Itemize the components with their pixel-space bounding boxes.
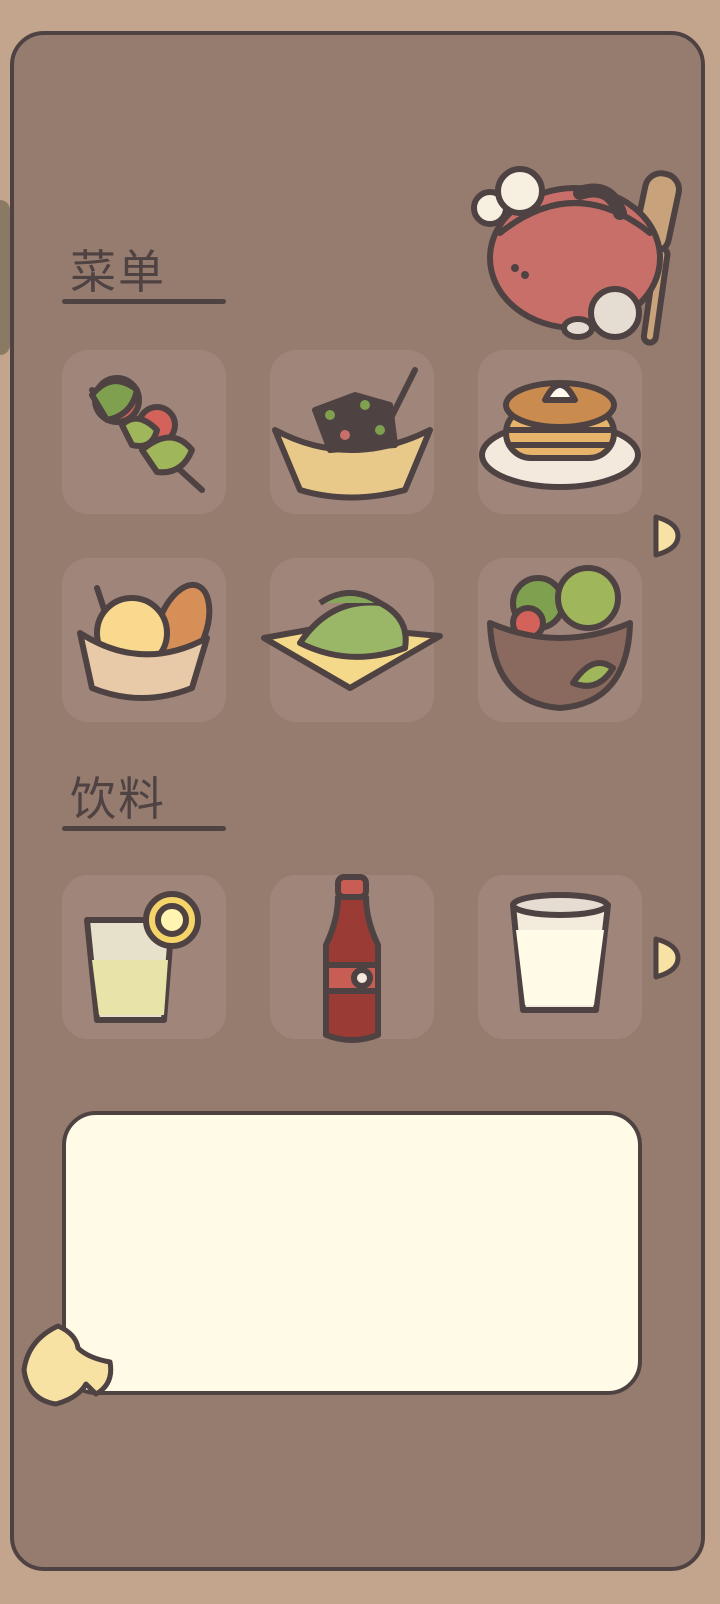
menu-item-5[interactable] [261,558,443,722]
drinks-section-title: 饮料 [70,772,166,826]
drink-item-1[interactable] [62,875,226,1039]
back-arrow-icon[interactable] [18,1318,118,1412]
drinks-title-underline [62,826,226,831]
bread-basket-icon [77,581,213,701]
drinks-next-arrow-icon[interactable] [652,935,682,981]
menu-section-title: 菜单 [70,245,166,299]
side-tab[interactable] [0,200,10,355]
menu-next-arrow-icon[interactable] [652,513,682,559]
drink-item-2[interactable] [270,874,434,1043]
dumplings-icon [261,590,443,691]
menu-item-2[interactable] [270,350,434,514]
lemon-water-icon [84,891,201,1023]
cooking-pot-icon [471,166,682,346]
description-box [62,1111,642,1395]
braised-meat-basket-icon [272,367,433,501]
cola-bottle-icon [323,874,381,1043]
skewer-icon [89,375,205,493]
menu-item-3[interactable] [478,350,642,514]
pancakes-icon [479,380,641,490]
drink-item-3[interactable] [478,875,642,1039]
menu-item-6[interactable] [478,558,642,722]
menu-item-1[interactable] [62,350,226,514]
milk-glass-icon [510,892,611,1013]
salad-bowl-icon [487,565,633,711]
menu-title-underline [62,299,226,304]
menu-item-4[interactable] [62,558,226,722]
